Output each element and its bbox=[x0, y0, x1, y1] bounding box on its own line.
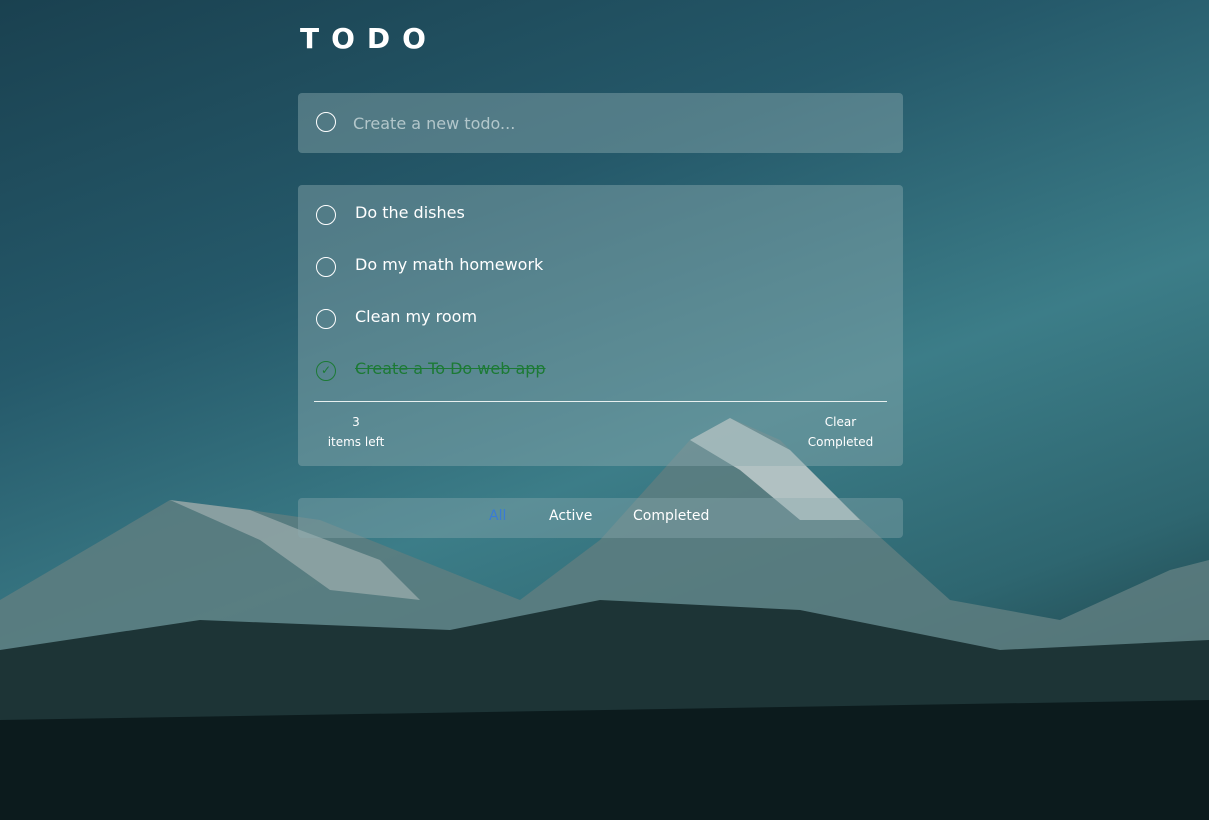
circle-icon[interactable] bbox=[316, 112, 336, 132]
circle-icon[interactable] bbox=[316, 257, 336, 277]
items-left: 3 items left bbox=[316, 412, 396, 452]
clear-completed-button[interactable]: Clear Completed bbox=[798, 412, 883, 452]
todo-text: Clean my room bbox=[355, 307, 478, 326]
filter-bar: All Active Completed bbox=[298, 498, 903, 538]
todo-text: Create a To Do web app bbox=[355, 359, 546, 378]
completed-label: Completed bbox=[807, 435, 874, 449]
todo-item-completed[interactable]: ✓ Create a To Do web app bbox=[298, 347, 903, 399]
new-todo-input[interactable] bbox=[353, 109, 873, 137]
todo-list: Do the dishes Do my math homework Clean … bbox=[298, 185, 903, 466]
filter-completed[interactable]: Completed bbox=[633, 508, 709, 524]
circle-icon[interactable] bbox=[316, 205, 336, 225]
todo-item[interactable]: Clean my room bbox=[298, 295, 903, 347]
todo-text: Do my math homework bbox=[355, 255, 544, 274]
filter-all[interactable]: All bbox=[489, 508, 506, 524]
circle-icon[interactable] bbox=[316, 309, 336, 329]
page-title: TODO bbox=[300, 22, 438, 55]
items-left-label: items left bbox=[327, 435, 385, 449]
divider bbox=[314, 401, 887, 402]
filter-active[interactable]: Active bbox=[549, 508, 592, 524]
todo-text: Do the dishes bbox=[355, 203, 465, 222]
items-left-count: 3 bbox=[352, 415, 360, 429]
check-circle-icon[interactable]: ✓ bbox=[316, 361, 336, 381]
clear-label: Clear bbox=[824, 415, 857, 429]
new-todo-panel bbox=[298, 93, 903, 153]
todo-item[interactable]: Do my math homework bbox=[298, 243, 903, 295]
todo-item[interactable]: Do the dishes bbox=[298, 191, 903, 243]
